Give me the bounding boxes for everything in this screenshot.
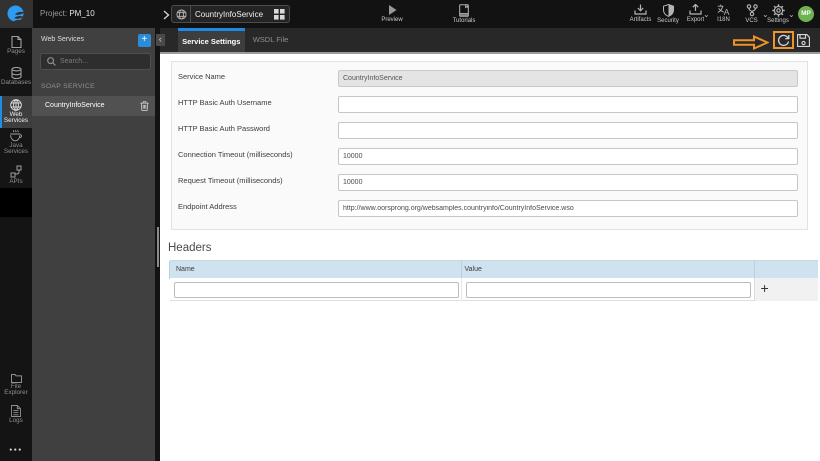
svg-text:A: A	[723, 7, 729, 16]
